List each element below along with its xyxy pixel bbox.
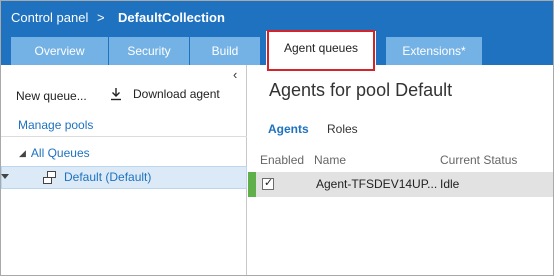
tab-overview[interactable]: Overview xyxy=(11,37,108,65)
tab-security[interactable]: Security xyxy=(109,37,189,65)
expand-arrow-icon[interactable] xyxy=(1,174,9,179)
subtab-roles[interactable]: Roles xyxy=(327,122,358,136)
column-header-enabled[interactable]: Enabled xyxy=(260,153,304,167)
pool-details-panel: Agents for pool Default Agents Roles Ena… xyxy=(248,65,553,275)
subtab-agents[interactable]: Agents xyxy=(268,122,309,136)
download-icon xyxy=(111,88,121,101)
tree-item-default-queue[interactable]: Default (Default) xyxy=(1,166,247,189)
breadcrumb-control-panel[interactable]: Control panel xyxy=(11,10,88,25)
breadcrumb-separator: > xyxy=(97,10,105,25)
divider xyxy=(1,136,247,137)
column-header-name[interactable]: Name xyxy=(314,153,346,167)
manage-pools-link[interactable]: Manage pools xyxy=(18,118,93,132)
caret-down-icon[interactable]: ◢ xyxy=(19,148,26,159)
queue-navigation-pane: ‹ New queue... Download agent Manage poo… xyxy=(1,65,247,275)
page-title: Agents for pool Default xyxy=(269,80,453,100)
download-agent-button[interactable]: Download agent xyxy=(109,87,220,101)
new-queue-button[interactable]: New queue... xyxy=(16,89,87,103)
queue-icon xyxy=(43,170,56,184)
download-agent-label: Download agent xyxy=(133,87,220,101)
tree-root-label: All Queues xyxy=(30,146,90,160)
chevron-left-icon[interactable]: ‹ xyxy=(233,67,237,82)
agent-name: Agent-TFSDEV14UP... xyxy=(316,177,438,191)
agent-status: Idle xyxy=(440,177,460,191)
admin-tab-strip: Overview Security Build Agent queues Ext… xyxy=(1,31,553,65)
column-header-status[interactable]: Current Status xyxy=(440,153,517,167)
tree-item-all-queues[interactable]: ◢ All Queues xyxy=(19,146,90,160)
table-row[interactable]: Agent-TFSDEV14UP... Idle xyxy=(248,172,553,197)
online-indicator xyxy=(248,172,256,197)
breadcrumb-collection: DefaultCollection xyxy=(118,10,225,25)
tree-item-label: Default (Default) xyxy=(64,170,152,184)
tab-agent-queues[interactable]: Agent queues xyxy=(266,31,376,65)
enabled-checkbox[interactable] xyxy=(262,176,274,190)
tab-extensions[interactable]: Extensions* xyxy=(386,37,482,65)
tab-build[interactable]: Build xyxy=(190,37,260,65)
